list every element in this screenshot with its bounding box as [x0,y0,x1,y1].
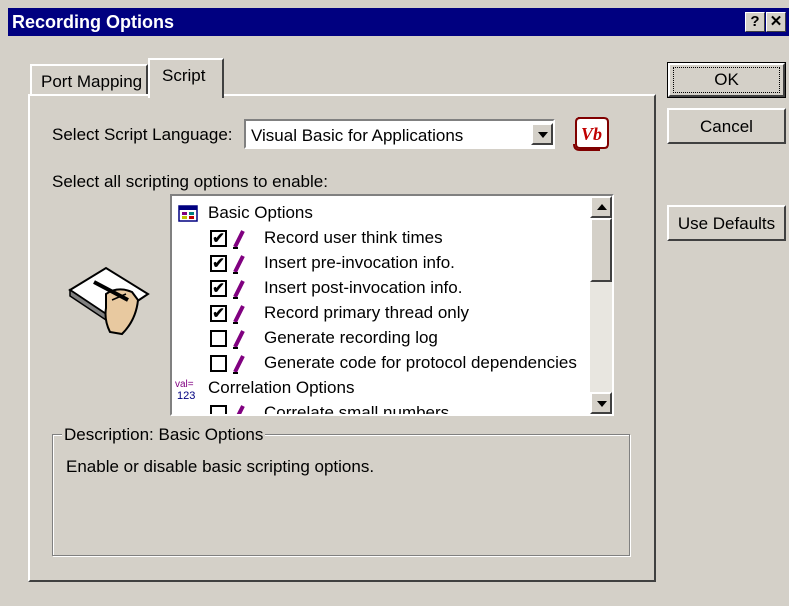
svg-text:val=: val= [175,379,194,390]
ok-button[interactable]: OK [667,62,786,98]
help-button[interactable]: ? [745,12,765,32]
group-label: Correlation Options [208,378,355,397]
pencil-icon [236,405,245,414]
option-label: Record primary thread only [264,303,470,322]
description-title: Description: Basic Options [62,425,266,445]
option-label: Record user think times [264,228,443,247]
hand-checklist-icon [68,266,150,336]
cancel-label: Cancel [700,117,753,136]
option-label: Insert pre-invocation info. [264,253,455,272]
tab-script-label: Script [162,66,206,85]
script-language-label: Select Script Language: [52,125,233,144]
cancel-button[interactable]: Cancel [667,108,786,144]
pencil-icon [233,280,245,299]
checkbox-unchecked[interactable] [210,405,227,414]
recording-options-dialog: Recording Options ? ✕ Port Mapping Scrip… [0,0,789,606]
vertical-scrollbar[interactable] [590,196,612,414]
use-defaults-button[interactable]: Use Defaults [667,205,786,241]
checkbox-checked[interactable]: ✔ [210,230,227,247]
tab-script[interactable]: Script [148,58,224,98]
script-language-value: Visual Basic for Applications [251,126,464,145]
option-label: Correlate small numbers [264,403,450,416]
pencil-icon [233,330,245,349]
chevron-down-icon [597,401,607,407]
option-label: Insert post-invocation info. [264,278,463,297]
description-groupbox [52,434,630,556]
script-language-combobox[interactable]: Visual Basic for Applications [244,119,555,149]
title-bar[interactable]: Recording Options ? ✕ [8,8,789,36]
scroll-up-button[interactable] [590,196,612,218]
checkbox-checked[interactable]: ✔ [210,255,227,272]
checkbox-unchecked[interactable] [210,330,227,347]
description-text: Enable or disable basic scripting option… [66,457,375,476]
group-label: Basic Options [208,203,313,222]
window-title: Recording Options [12,12,174,32]
pencil-icon [233,255,245,274]
svg-text:Vb: Vb [581,124,602,144]
option-label: Generate recording log [264,328,438,347]
tab-port-mapping[interactable]: Port Mapping [30,64,148,94]
scripting-options-label: Select all scripting options to enable: [52,172,328,191]
pencil-icon [233,305,245,324]
scroll-down-button[interactable] [590,392,612,414]
ok-label: OK [714,70,739,89]
checkbox-unchecked[interactable] [210,355,227,372]
pencil-icon [233,355,245,374]
checkbox-checked[interactable]: ✔ [210,280,227,297]
use-defaults-label: Use Defaults [677,214,776,233]
option-label: Generate code for protocol dependencies [264,353,577,372]
basic-options-icon [178,205,198,222]
val-123-icon: val= 123 [175,379,195,401]
vb-script-icon: Vb [573,117,609,151]
svg-text:123: 123 [177,390,195,401]
tab-port-mapping-label: Port Mapping [41,72,143,91]
dropdown-button[interactable] [531,123,553,145]
scripting-options-list[interactable]: Basic Options ✔ Record user think times … [170,194,614,416]
chevron-up-icon [597,204,607,210]
close-button[interactable]: ✕ [766,12,786,32]
checkbox-checked[interactable]: ✔ [210,305,227,322]
chevron-down-icon [538,132,548,138]
pencil-icon [233,230,245,249]
scroll-thumb[interactable] [590,218,612,282]
